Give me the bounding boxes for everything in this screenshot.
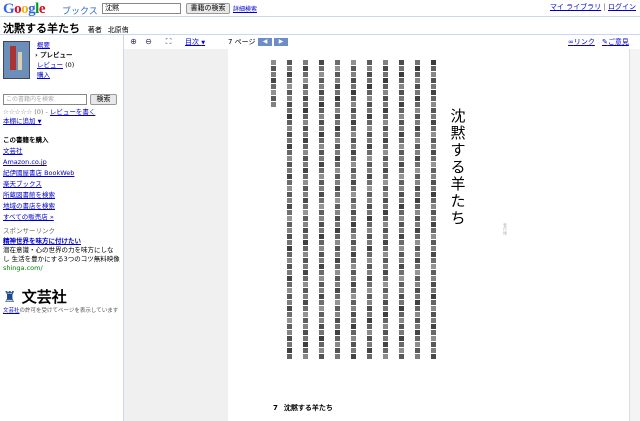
publisher-logo: ♜ 文芸社 [3,288,67,306]
permission-note: 文芸社の許可を受けてページを表示しています [3,308,119,314]
add-to-shelf-link[interactable]: 本棚に追加 ▼ [3,117,41,126]
feedback-button[interactable]: ✎ご意見 [602,37,629,47]
text-column [271,60,276,108]
header-divider [0,16,640,17]
store-link[interactable]: 所蔵図書館を検索 [3,191,55,199]
buy-heading: この書籍を購入 [3,136,49,144]
author-label: 著者 [87,26,102,34]
publisher-link[interactable]: 文芸社 [3,308,20,314]
running-title: 沈黙する羊たち [283,404,333,412]
search-input[interactable]: 沈黙 [102,3,181,14]
side-watermark: 著作権 [503,223,508,235]
ad-url: shinga.com/ [3,264,43,272]
link-button[interactable]: ∞リンク [568,37,595,47]
overview-link[interactable]: 概要 [37,41,50,49]
text-column [399,60,404,360]
advanced-search-link[interactable]: 詳細検索 [233,4,257,13]
chapter-title-vertical: 沈黙する羊たち [450,107,466,227]
book-cover-image[interactable] [3,41,30,79]
page-indicator: 7 ページ [228,38,256,46]
zoom-in-icon[interactable]: ⊕ [129,37,138,46]
search-books-button[interactable]: 書籍の検索 [186,3,230,14]
buy-link[interactable]: 購入 [37,71,50,79]
toc-dropdown[interactable]: 目次 ▼ [185,37,205,47]
write-review-link[interactable]: レビューを書く [50,108,96,116]
ad-line: 潜在意識・心の世界の力を味方にしな [3,246,114,254]
zoom-out-icon[interactable]: ⊖ [144,37,153,46]
store-link[interactable]: Amazon.co.jp [3,158,47,166]
book-search-input[interactable]: この書籍内を検索 [3,94,87,105]
page-footer: 7 沈黙する羊たち [273,403,339,413]
store-link[interactable]: 楽天ブックス [3,180,42,188]
rating-stars: ☆☆☆☆☆ (0) - [3,108,48,116]
text-column [287,60,292,360]
prev-page-button[interactable]: ◀ [258,38,272,46]
preview-current: › プレビュー [35,51,73,59]
next-page-button[interactable]: ▶ [274,38,288,46]
text-column [383,60,388,360]
text-column [303,60,308,360]
store-link[interactable]: 文芸社 [3,147,23,155]
text-column [431,60,436,360]
fullscreen-icon[interactable]: ⛶ [164,37,173,46]
store-link[interactable]: 紀伊國屋書店 BookWeb [3,169,74,177]
all-stores-link[interactable]: すべての販売店 » [3,213,54,221]
text-column [351,60,356,360]
ad-title-link[interactable]: 精神世界を味方に付けたい [3,237,81,245]
text-column [319,60,324,360]
link-separator: | [603,3,606,11]
reviews-link[interactable]: レビュー [37,61,63,69]
book-search-button[interactable]: 検索 [90,94,117,105]
text-column [367,60,372,360]
page-number: 7 [273,404,278,412]
my-library-link[interactable]: マイ ライブラリ [550,3,601,11]
viewer-scrollbar[interactable] [629,49,640,421]
text-column [415,60,420,360]
sponsor-label: スポンサーリンク [3,227,55,235]
login-link[interactable]: ログイン [608,3,636,11]
store-link[interactable]: 地域の書店を検索 [3,202,55,210]
text-column [335,60,340,360]
sidebar: 概要 › プレビュー レビュー (0) 購入 この書籍内を検索 検索 ☆☆☆☆☆… [0,35,123,421]
ad-line: し 生活を豊かにする3つのコツ無料映像 [3,255,120,263]
viewer-toolbar: ⊕ ⊖ ⛶ 目次 ▼ 7 ページ ◀ ▶ ∞リンク ✎ご意見 [124,35,640,49]
top-bar: Google ブックス 沈黙 書籍の検索 詳細検索 マイ ライブラリ | ログイ… [0,0,640,20]
page-viewer[interactable] [124,49,636,421]
author-name: 北原侑 [107,26,129,34]
reviews-count: (0) [65,61,75,69]
top-links: マイ ライブラリ | ログイン [550,2,636,12]
publisher-emblem-icon: ♜ [3,288,17,306]
